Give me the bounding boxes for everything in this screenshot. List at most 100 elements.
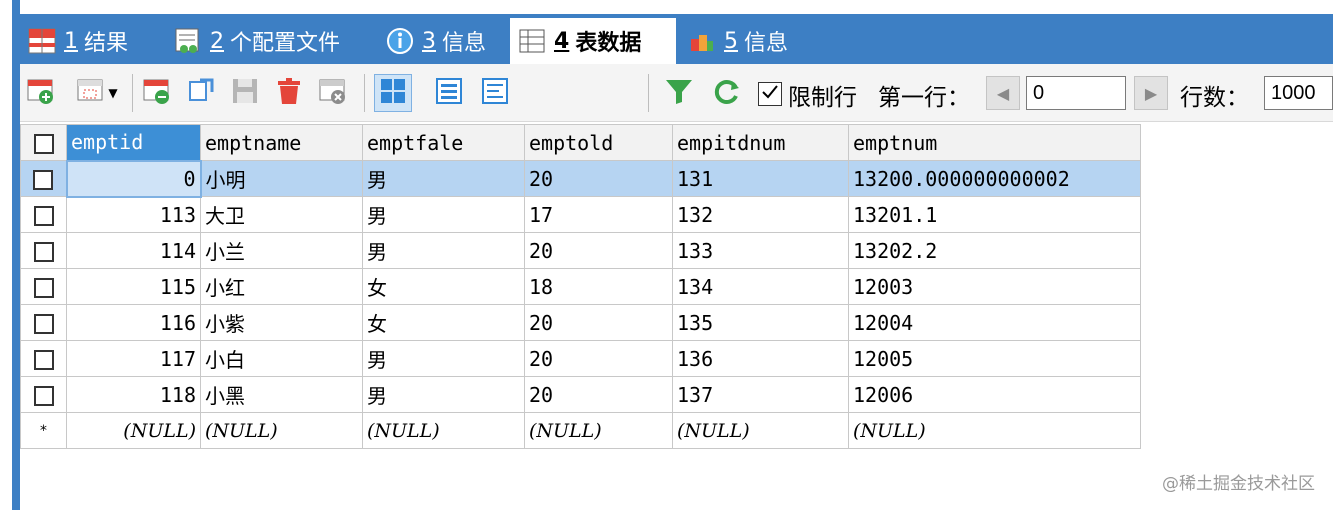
row-checkbox-cell[interactable] xyxy=(20,196,67,233)
table-cell[interactable]: 女 xyxy=(362,268,525,305)
table-cell[interactable]: 13201.1 xyxy=(848,196,1141,233)
table-cell[interactable]: 0 xyxy=(65,159,202,198)
table-cell[interactable]: 12004 xyxy=(848,304,1141,341)
table-cell[interactable]: 小白 xyxy=(200,340,363,377)
checkbox[interactable] xyxy=(33,134,54,154)
column-header-emptid[interactable]: emptid xyxy=(66,124,201,161)
table-cell[interactable]: 男 xyxy=(362,376,525,413)
column-header-emptold[interactable]: emptold xyxy=(524,124,673,161)
table-cell[interactable]: 114 xyxy=(66,232,201,269)
table-cell[interactable]: 136 xyxy=(672,340,849,377)
table-cell[interactable]: 115 xyxy=(66,268,201,305)
filter-button[interactable] xyxy=(662,76,696,110)
checkbox[interactable] xyxy=(33,350,54,370)
table-cell[interactable]: 118 xyxy=(66,376,201,413)
table-cell[interactable]: 小紫 xyxy=(200,304,363,341)
row-checkbox-cell[interactable] xyxy=(20,304,67,341)
limit-rows-checkbox[interactable] xyxy=(758,82,782,106)
row-checkbox-cell[interactable] xyxy=(20,268,67,305)
copy-row-dropdown[interactable]: ▼ xyxy=(70,76,124,110)
tab-table-data[interactable]: 4 表数据 xyxy=(510,18,676,64)
table-cell[interactable]: 女 xyxy=(362,304,525,341)
form-view-button[interactable] xyxy=(432,76,466,110)
table-cell[interactable]: 男 xyxy=(362,232,525,269)
null-cell[interactable]: (NULL) xyxy=(66,412,201,449)
table-row[interactable]: 117 小白 男 20 136 12005 xyxy=(20,340,1141,377)
column-header-emptfale[interactable]: emptfale xyxy=(362,124,525,161)
select-all-checkbox-cell[interactable] xyxy=(20,124,67,161)
table-cell[interactable]: 大卫 xyxy=(200,196,363,233)
table-cell[interactable]: 12005 xyxy=(848,340,1141,377)
tab-results[interactable]: 1 结果 xyxy=(20,18,162,64)
table-cell[interactable]: 133 xyxy=(672,232,849,269)
null-cell[interactable]: (NULL) xyxy=(672,412,849,449)
new-row[interactable]: * (NULL) (NULL) (NULL) (NULL) (NULL) (NU… xyxy=(20,412,1141,449)
cancel-edit-button[interactable] xyxy=(316,76,350,110)
null-cell[interactable]: (NULL) xyxy=(200,412,363,449)
checkbox[interactable] xyxy=(33,278,54,298)
table-cell[interactable]: 116 xyxy=(66,304,201,341)
table-row[interactable]: 0 小明 男 20 131 13200.000000000002 xyxy=(20,159,1141,198)
save-button[interactable] xyxy=(228,76,262,110)
text-view-button[interactable] xyxy=(478,76,512,110)
table-cell[interactable]: 男 xyxy=(362,196,525,233)
row-checkbox-cell[interactable] xyxy=(20,340,67,377)
table-cell[interactable]: 小黑 xyxy=(200,376,363,413)
null-cell[interactable]: (NULL) xyxy=(524,412,673,449)
grid-view-button[interactable] xyxy=(374,74,412,112)
refresh-sync-button[interactable] xyxy=(184,76,218,110)
first-row-input[interactable] xyxy=(1026,76,1126,110)
table-row[interactable]: 113 大卫 男 17 132 13201.1 xyxy=(20,196,1141,233)
save-new-row-button[interactable] xyxy=(140,76,174,110)
tab-profiles[interactable]: 2 个配置文件 xyxy=(166,18,376,64)
checkbox[interactable] xyxy=(33,170,54,190)
table-cell[interactable]: 134 xyxy=(672,268,849,305)
refresh-button[interactable] xyxy=(710,76,744,110)
column-header-emptname[interactable]: emptname xyxy=(200,124,363,161)
delete-row-button[interactable] xyxy=(272,76,306,110)
table-row[interactable]: 114 小兰 男 20 133 13202.2 xyxy=(20,232,1141,269)
table-cell[interactable]: 男 xyxy=(362,340,525,377)
next-page-button[interactable]: ▶ xyxy=(1134,76,1168,110)
row-checkbox-cell[interactable] xyxy=(20,376,67,413)
column-header-emptnum[interactable]: emptnum xyxy=(848,124,1141,161)
checkbox[interactable] xyxy=(33,206,54,226)
checkbox[interactable] xyxy=(33,314,54,334)
insert-row-button[interactable] xyxy=(24,76,58,110)
table-row[interactable]: 115 小红 女 18 134 12003 xyxy=(20,268,1141,305)
table-cell[interactable]: 117 xyxy=(66,340,201,377)
table-cell[interactable]: 小红 xyxy=(200,268,363,305)
row-checkbox-cell[interactable] xyxy=(20,160,67,197)
column-header-empitdnum[interactable]: empitdnum xyxy=(672,124,849,161)
table-cell[interactable]: 13202.2 xyxy=(848,232,1141,269)
row-count-input[interactable] xyxy=(1264,76,1333,110)
table-cell[interactable]: 20 xyxy=(524,232,673,269)
table-cell[interactable]: 13200.000000000002 xyxy=(848,160,1141,197)
table-cell[interactable]: 小明 xyxy=(200,160,363,197)
table-cell[interactable]: 12006 xyxy=(848,376,1141,413)
table-cell[interactable]: 男 xyxy=(362,160,525,197)
table-cell[interactable]: 132 xyxy=(672,196,849,233)
table-cell[interactable]: 113 xyxy=(66,196,201,233)
table-cell[interactable]: 135 xyxy=(672,304,849,341)
table-cell[interactable]: 18 xyxy=(524,268,673,305)
table-row[interactable]: 116 小紫 女 20 135 12004 xyxy=(20,304,1141,341)
table-cell[interactable]: 20 xyxy=(524,376,673,413)
table-cell[interactable]: 137 xyxy=(672,376,849,413)
tab-info[interactable]: 3 信息 xyxy=(378,18,508,64)
checkbox[interactable] xyxy=(33,386,54,406)
previous-page-button[interactable]: ◀ xyxy=(986,76,1020,110)
row-checkbox-cell[interactable] xyxy=(20,232,67,269)
table-cell[interactable]: 12003 xyxy=(848,268,1141,305)
tab-history-info[interactable]: 5 信息 xyxy=(680,18,810,64)
table-cell[interactable]: 小兰 xyxy=(200,232,363,269)
table-cell[interactable]: 131 xyxy=(672,160,849,197)
table-cell[interactable]: 17 xyxy=(524,196,673,233)
checkbox[interactable] xyxy=(33,242,54,262)
null-cell[interactable]: (NULL) xyxy=(848,412,1141,449)
table-cell[interactable]: 20 xyxy=(524,340,673,377)
table-cell[interactable]: 20 xyxy=(524,160,673,197)
table-cell[interactable]: 20 xyxy=(524,304,673,341)
table-row[interactable]: 118 小黑 男 20 137 12006 xyxy=(20,376,1141,413)
null-cell[interactable]: (NULL) xyxy=(362,412,525,449)
